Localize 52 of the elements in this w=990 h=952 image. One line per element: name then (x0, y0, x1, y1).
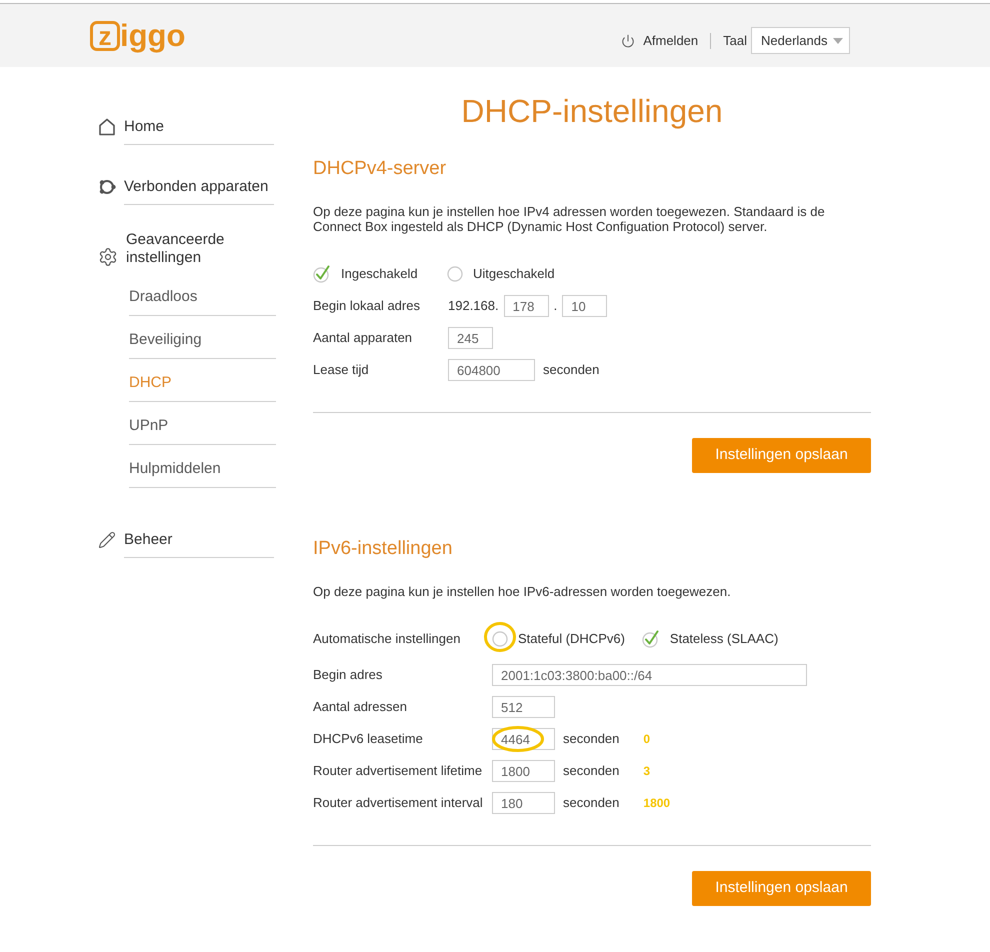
nav-link[interactable]: Beheer (98, 530, 276, 558)
caret-icon (833, 38, 843, 44)
section-heading: IPv6-instellingen (313, 537, 454, 561)
field-label: Automatische instellingen (313, 630, 462, 648)
field-label: DHCPv6 leasetime (313, 730, 424, 748)
house-icon (98, 118, 116, 136)
annotation-number: 0 (643, 731, 650, 748)
field-label: Begin adres (313, 666, 384, 684)
field-label: Begin lokaal adres (313, 297, 421, 316)
nav-subitem[interactable]: UPnP (129, 402, 276, 445)
nav-subitem[interactable]: Draadloos (129, 273, 276, 316)
text-input[interactable]: 180 (492, 792, 555, 814)
section-description: Op deze pagina kun je instellen hoe IPv6-adressen worden toegewezen. (313, 584, 732, 599)
text-input[interactable]: 178 (504, 295, 549, 317)
pencil-icon (98, 531, 116, 549)
language-label: Taal (723, 32, 747, 50)
unit-label: seconden (563, 762, 620, 780)
power-icon (621, 34, 636, 48)
nav-subitem[interactable]: Beveiliging (129, 316, 276, 359)
text-input[interactable]: 245 (448, 327, 493, 349)
section-description: Op deze pagina kun je instellen hoe IPv4 adressen worden toegewezen. Standaard is de Connect Box ingesteld als DHCP (Dynamic Host Configuation Protocol) server. (313, 204, 826, 234)
text-input[interactable]: 2001:1c03:3800:ba00::/64 (492, 664, 807, 686)
radio-option[interactable]: Uitgeschakeld (447, 264, 555, 284)
field-label: Aantal apparaten (313, 329, 414, 348)
nav-link[interactable]: Verbonden apparaten (98, 177, 276, 205)
text-input[interactable]: 1800 (492, 760, 555, 782)
settings-icon (98, 247, 118, 267)
text-input[interactable]: 10 (562, 295, 608, 317)
text-input[interactable]: 604800 (448, 359, 535, 381)
radio-option[interactable]: Stateful (DHCPv6) (492, 629, 625, 649)
radio-option[interactable]: Stateless (SLAAC) (642, 629, 778, 649)
logout-link[interactable]: Afmelden (621, 30, 698, 50)
annotation-number: 1800 (643, 795, 670, 812)
unit-label: seconden (563, 794, 620, 812)
field-label: Router advertisement lifetime (313, 762, 484, 780)
field-label: Aantal adressen (313, 698, 408, 716)
nav-link[interactable]: Geavanceerde instellingen (98, 231, 276, 267)
nav-subitem[interactable]: Hulpmiddelen (129, 445, 276, 488)
language-select[interactable]: Nederlands (751, 27, 850, 54)
unit-label: seconden (543, 361, 600, 380)
field-label: Router advertisement interval (313, 794, 484, 812)
radio-option[interactable]: Ingeschakeld (313, 264, 418, 284)
annotation-number: 3 (643, 763, 650, 780)
page-title: DHCP-instellingen (460, 92, 724, 130)
text-input[interactable]: 512 (492, 696, 555, 718)
ip-prefix: 192.168. (448, 297, 499, 316)
field-label: Lease tijd (313, 361, 370, 380)
nav-link[interactable]: Home (98, 117, 276, 145)
ip-separator: . (554, 297, 558, 316)
section-heading: DHCPv4-server (313, 157, 448, 181)
circle-dots-icon (98, 178, 116, 196)
unit-label: seconden (563, 730, 620, 748)
